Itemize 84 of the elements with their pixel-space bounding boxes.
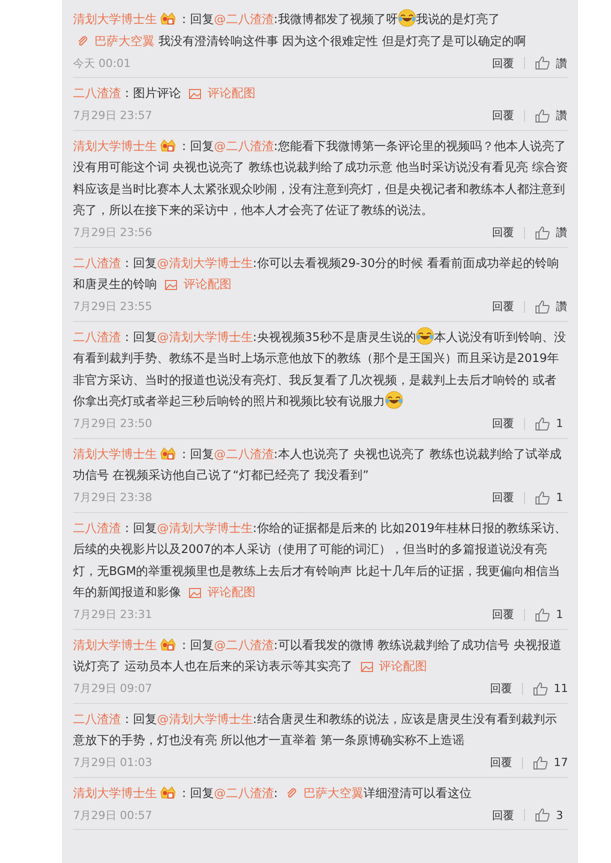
user-link[interactable]: 巴萨大空翼 [73,34,155,48]
like-count: 17 [554,756,568,769]
author-link[interactable]: 二八渣渣 [73,330,121,344]
mention-link[interactable]: @清划大学博士生 [157,712,253,726]
thumbs-up-icon[interactable] [535,226,550,240]
reply-link[interactable]: 回覆 [492,56,514,70]
author-link[interactable]: 二八渣渣 [73,86,121,100]
thumbs-up-icon[interactable] [535,56,550,70]
like-count: 讚 [556,56,568,70]
mention-link[interactable]: @清划大学博士生 [157,330,253,344]
paperclip-icon [286,788,297,798]
author-link[interactable]: 二八渣渣 [73,712,121,726]
comment-time: 7月29日 00:57 [73,808,154,822]
reply-link[interactable]: 回覆 [492,808,514,822]
reply-link[interactable]: 回覆 [492,490,514,505]
paperclip-icon [77,36,88,46]
author-link[interactable]: 清划大学博士生 [73,638,157,652]
thumbs-up-icon[interactable] [535,808,550,822]
thumbs-up-icon[interactable] [532,682,548,696]
laughing-emoji-icon [398,9,416,27]
mention-link[interactable]: @二八渣渣 [214,12,274,26]
mention-link[interactable]: @二八渣渣 [214,786,274,800]
comment-time: 7月29日 23:56 [73,225,154,240]
mention-link[interactable]: @二八渣渣 [214,638,274,652]
reply-link[interactable]: 回覆 [490,755,512,770]
comment-time: 7月29日 23:55 [73,299,154,314]
comment-image-link[interactable]: 评论配图 [160,277,232,291]
image-icon [360,662,372,672]
comment-text: 二八渣渣：图片评论 评论配图 [73,85,256,102]
reply-link[interactable]: 回覆 [492,108,514,123]
reply-link[interactable]: 回覆 [492,416,514,431]
comment-time: 7月29日 23:50 [73,416,154,431]
thumbs-up-icon[interactable] [532,756,548,770]
image-icon [188,588,201,598]
like-count: 讚 [556,225,568,240]
comment-text: 二八渣渣：回复@清划大学博士生:你可以去看视频29-30分的时候 看看前面成功举起的铃响和唐灵生的铃响 评论配图 [73,254,560,293]
comment-time: 今天 00:01 [73,56,132,70]
mention-link[interactable]: @二八渣渣 [214,446,274,460]
comment-text: 清划大学博士生 ：回复@二八渣渣:本人也说亮了 央视也说亮了 教练也说裁判给了试举成功信号 在视频采访他自己说了“灯都已经亮了 我没看到” [73,446,562,484]
like-count: 1 [556,608,564,621]
reply-link[interactable]: 回覆 [492,225,514,240]
author-link[interactable]: 二八渣渣 [73,520,121,534]
comment-time: 7月29日 23:38 [73,490,154,505]
comment-image-link[interactable]: 评论配图 [356,659,428,673]
comment-time: 7月29日 23:57 [73,108,154,123]
comment-time: 7月29日 01:03 [73,755,154,770]
reply-link[interactable]: 回覆 [492,607,514,622]
comment-image-link[interactable]: 评论配图 [184,585,256,599]
comment-text: 二八渣渣：回复@清划大学博士生:你给的证据都是后来的 比如2019年桂林日报的教练采访、后续的央视影片以及2007的本人采访（使用了可能的词汇），但当时的多篇报道说没有亮灯，无BGM的举重视频里也是教练上去后才有铃响声 比起十几年后的证据，我更偏向相信当年的新闻报道和影像 评论配图 [73,520,568,601]
author-link[interactable]: 清划大学博士生 [73,786,157,800]
mention-link[interactable]: @清划大学博士生 [157,256,253,270]
image-icon [188,89,201,99]
comment-text: 清划大学博士生 ：回复@二八渣渣: 巴萨大空翼详细澄清可以看这位 [73,784,472,802]
comment-text: 清划大学博士生 ：回复@二八渣渣:您能看下我微博第一条评论里的视频吗？他本人说亮了没有用可能这个词 央视也说亮了 教练也说裁判给了成功示意 他当时采访说没有看见亮 综合资料应该是当时比赛本人太紧张观众吵闹，没有注意到亮灯，但是央视记者和教练本人都注意到亮了，所以在接下来的采访中，他本人才会亮了佐证了教练的说法。 [73,138,568,219]
like-count: 讚 [556,299,568,314]
like-count: 1 [556,491,564,504]
author-link[interactable]: 二八渣渣 [73,256,121,270]
comment-time: 7月29日 09:07 [73,681,154,696]
comment-text: 二八渣渣：回复@清划大学博士生:央视视频35秒不是唐灵生说的 本人说没有听到铃响、没有看到裁判手势、教练不是当时上场示意他放下的教练（那个是王国兴）而且采访是2019年非官方采访、当时的报道也说没有亮灯、我反复看了几次视频，是裁判上去后才响铃的 或者你拿出亮灯或者举起三秒后响铃的照片和视频比较有说服力 [73,326,568,412]
comment-text: 清划大学博士生 ：回复@二八渣渣:我微博都发了视频了呀 我说的是灯亮了 巴萨大空翼 我没有澄清铃响这件事 因为这个很难定性 但是灯亮了是可以确定的啊 [73,9,568,52]
like-count: 3 [556,808,564,822]
mention-link[interactable]: @二八渣渣 [214,138,274,152]
like-count: 讚 [556,108,568,123]
author-link[interactable]: 清划大学博士生 [73,138,157,152]
thumbs-up-icon[interactable] [535,490,550,504]
thumbs-up-icon[interactable] [535,416,550,430]
like-count: 1 [556,417,564,430]
image-icon [164,280,177,290]
author-link[interactable]: 清划大学博士生 [73,446,157,460]
thumbs-up-icon[interactable] [535,608,550,622]
author-link[interactable]: 清划大学博士生 [73,12,157,26]
comment-time: 7月29日 23:31 [73,607,154,622]
mention-link[interactable]: @清划大学博士生 [157,520,253,534]
thumbs-up-icon[interactable] [535,300,550,314]
comment-image-link[interactable]: 评论配图 [184,86,256,100]
reply-link[interactable]: 回覆 [490,681,512,696]
user-link[interactable]: 巴萨大空翼 [282,786,364,800]
laughing-emoji-icon [416,326,434,344]
like-count: 11 [554,682,568,695]
reply-link[interactable]: 回覆 [492,299,514,314]
comment-text: 二八渣渣：回复@清划大学博士生:结合唐灵生和教练的说法，应该是唐灵生没有看到裁判示意放下的手势，灯也没有亮 所以他才一直举着 第一条原博确实称不上造谣 [73,710,558,749]
comment-text: 清划大学博士生 ：回复@二八渣渣:可以看我发的微博 教练说裁判给了成功信号 央视报道说灯亮了 运动员本人也在后来的采访表示等其实亮了 评论配图 [73,636,562,675]
thumbs-up-icon[interactable] [535,108,550,122]
laughing-emoji-icon [385,391,403,409]
